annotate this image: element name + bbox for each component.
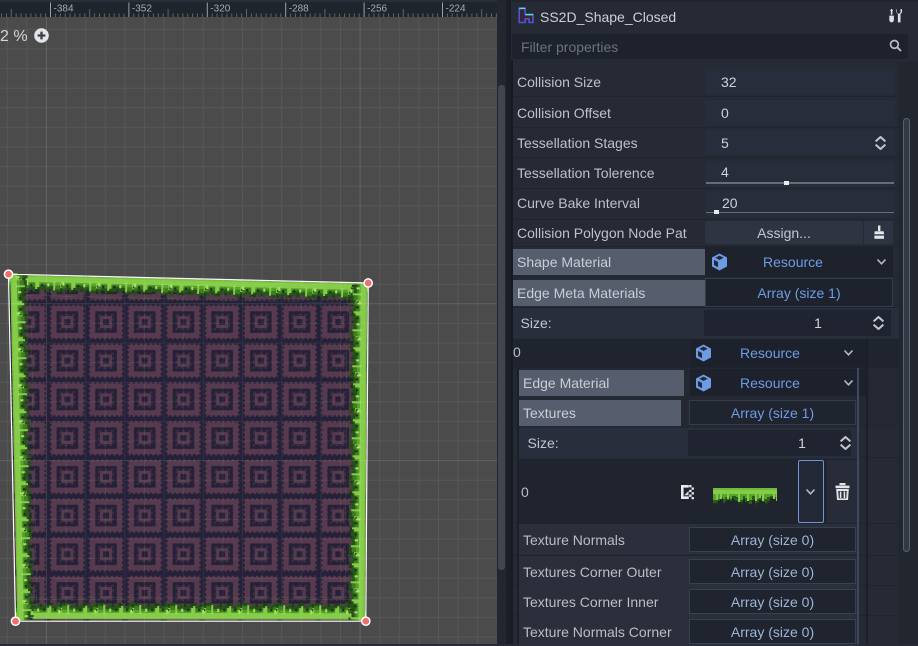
svg-text:-320: -320	[210, 4, 230, 15]
svg-text:-384: -384	[54, 4, 74, 15]
svg-text:2 %: 2 %	[0, 28, 28, 45]
svg-text:-288: -288	[289, 4, 309, 15]
svg-text:-256: -256	[367, 4, 387, 15]
svg-text:-224: -224	[446, 4, 466, 15]
svg-text:-352: -352	[132, 4, 152, 15]
